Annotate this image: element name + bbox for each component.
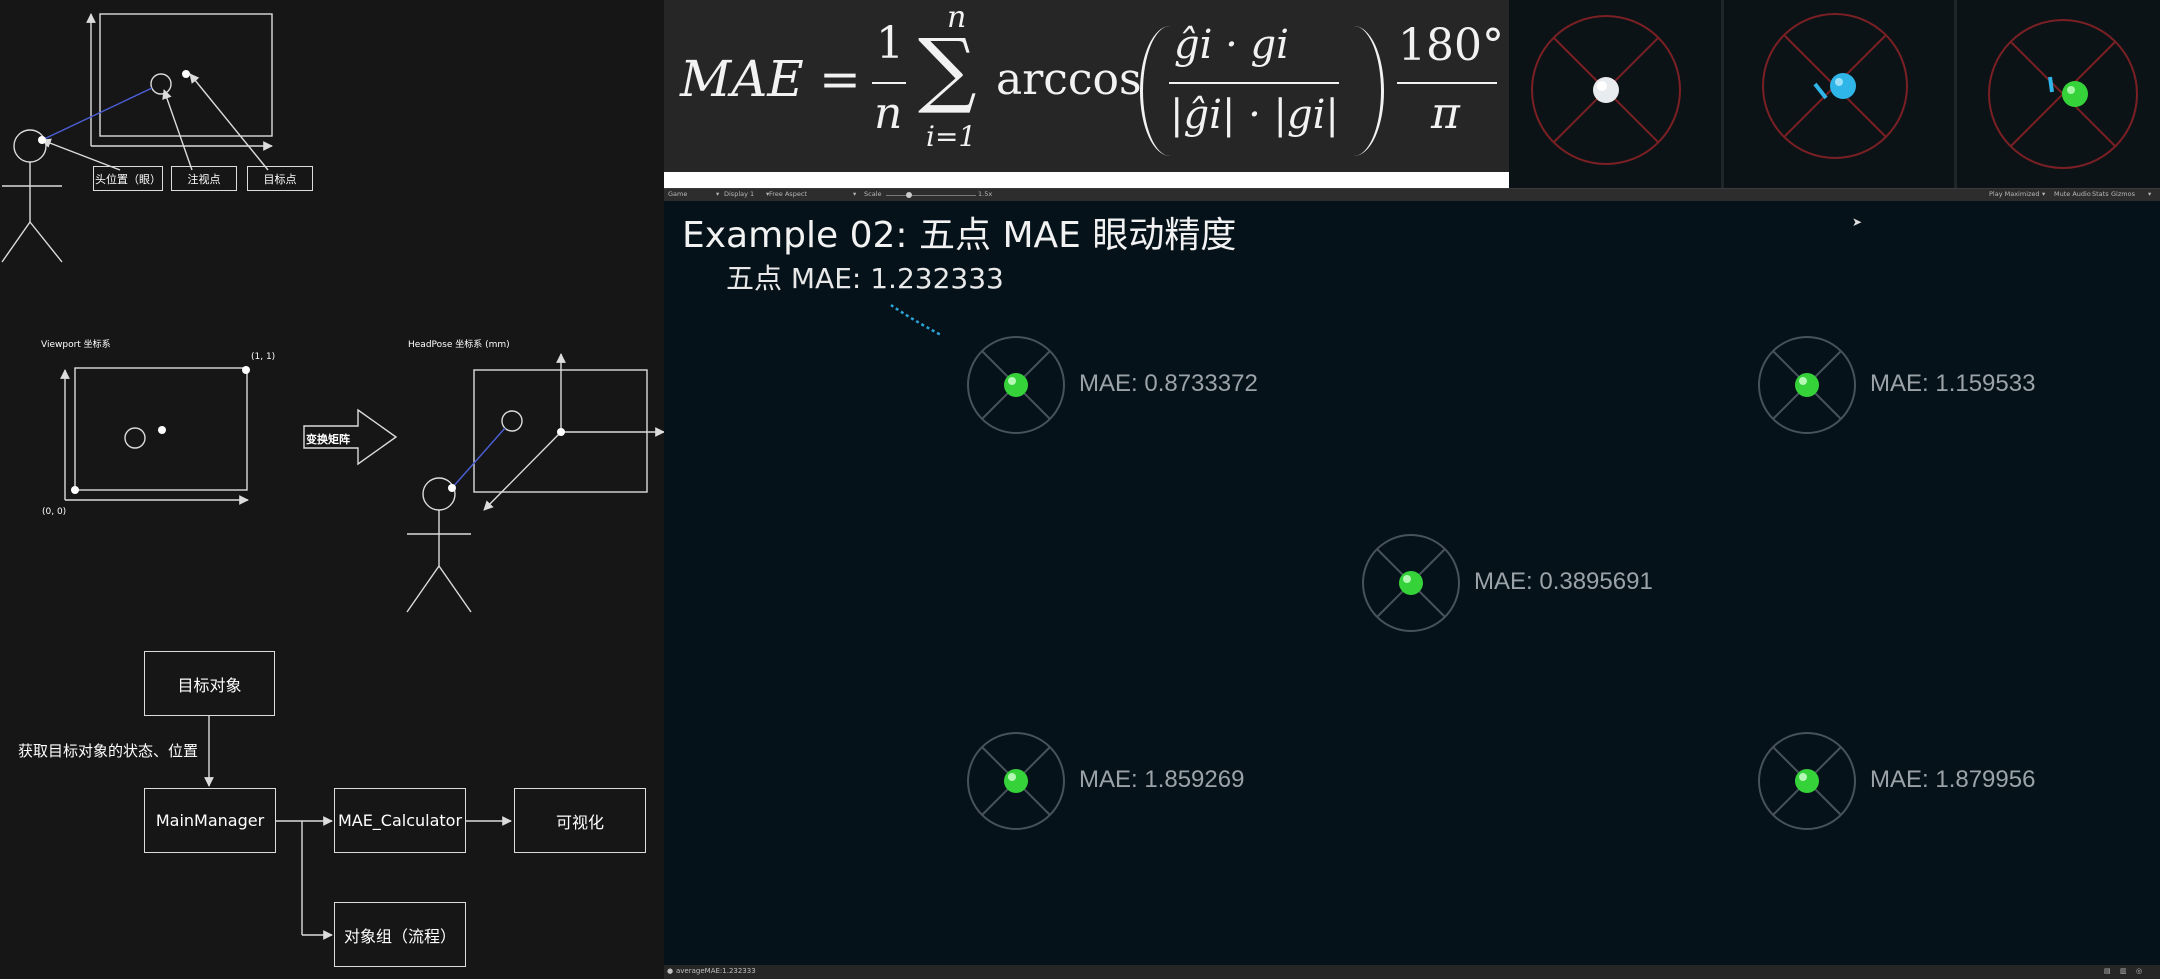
game-view-toolbar: Game ▾ Display 1 ▾ Free Aspect ▾ Scale 1… [664, 188, 2160, 202]
mute-audio-toggle[interactable]: Mute Audio [2054, 190, 2091, 198]
mouse-cursor-icon: ➤ [1852, 215, 1863, 229]
white-sphere [1593, 77, 1619, 103]
target-marker-center [1362, 534, 1460, 632]
mae-value-top-right: MAE: 1.159533 [1870, 370, 2036, 397]
viewport-corner-label: (1, 1) [251, 352, 276, 362]
formula-arccos: arccos [996, 54, 1142, 105]
headpose-diagram [406, 353, 664, 613]
info-icon: ● [667, 967, 674, 975]
preview-green-target [1988, 19, 2138, 169]
headpose-title: HeadPose 坐标系 (mm) [408, 340, 510, 350]
formula-right-paren [1324, 26, 1384, 156]
formula-denominator: |ĝi| · |gi| [1170, 92, 1339, 138]
scale-value: 1.5x [978, 190, 993, 198]
head-position-label: 头位置（眼） [95, 172, 161, 186]
gaze-point-box: 注视点 [171, 166, 237, 191]
mae-calculator-label: MAE_Calculator [337, 811, 463, 830]
target-point [182, 70, 190, 78]
formula-bottom-strip [664, 172, 1509, 188]
head-point [38, 136, 46, 144]
object-group-box: 对象组（流程） [334, 902, 466, 967]
mae-value-top-left: MAE: 0.8733372 [1079, 370, 1258, 397]
scene-title: Example 02: 五点 MAE 眼动精度 [682, 215, 1237, 256]
editor-status-bar: ● averageMAE:1.232333 ▤ ▥ ◎ [664, 965, 2160, 979]
green-sphere [2062, 81, 2088, 107]
viewport-title: Viewport 坐标系 [41, 340, 111, 350]
blue-sphere [1830, 73, 1856, 99]
visualize-label: 可视化 [555, 812, 604, 832]
formula-deg-bar [1397, 82, 1497, 84]
formula-n: n [874, 88, 903, 139]
console-icon[interactable]: ▤ [2104, 967, 2111, 975]
settings-icon[interactable]: ◎ [2136, 967, 2142, 975]
stats-toggle[interactable]: Stats [2092, 190, 2109, 198]
target-object-label: 目标对象 [177, 675, 242, 695]
target-marker-top-left [967, 336, 1065, 434]
scale-slider-thumb[interactable] [906, 192, 912, 198]
layers-icon[interactable]: ▥ [2120, 967, 2127, 975]
game-view: Example 02: 五点 MAE 眼动精度 五点 MAE: 1.232333… [664, 201, 2160, 965]
scale-slider-track[interactable] [886, 195, 976, 196]
gaze-trail-dots [890, 303, 942, 337]
main-manager-label: MainManager [155, 811, 265, 830]
aspect-select[interactable]: Free Aspect [769, 190, 807, 198]
target-marker-bottom-left [967, 732, 1065, 830]
viewport-gaze [158, 426, 166, 434]
mae-calculator-box: MAE_Calculator [334, 788, 466, 853]
formula-degrees: 180° [1398, 20, 1504, 71]
play-maximized-toggle[interactable]: Play Maximized [1989, 190, 2040, 198]
preview-white-target [1531, 15, 1681, 165]
get-state-label: 获取目标对象的状态、位置 [18, 742, 199, 760]
gaze-trail [1813, 82, 1828, 100]
viewport-origin-label: (0, 0) [42, 507, 67, 517]
gaze-trail-2 [2048, 76, 2054, 93]
formula-sum-bottom: i=1 [926, 120, 977, 153]
display-select[interactable]: Display 1 [724, 190, 754, 198]
mae-value-bottom-left: MAE: 1.859269 [1079, 766, 1245, 793]
formula-one: 1 [876, 18, 904, 69]
dropdown-arrow-icon[interactable]: ▾ [2148, 190, 2151, 198]
head-position-box: 头位置（眼） [93, 166, 163, 191]
formula-lhs: MAE [680, 50, 804, 108]
formula-main-bar [1169, 82, 1339, 84]
dropdown-arrow-icon[interactable]: ▾ [716, 190, 719, 198]
target-marker-top-right [1758, 336, 1856, 434]
mae-value-center: MAE: 0.3895691 [1474, 568, 1653, 595]
target-marker-bottom-right [1758, 732, 1856, 830]
scale-label: Scale [864, 190, 882, 198]
viewport-origin [71, 486, 79, 494]
formula-sum: ∑ [918, 22, 977, 117]
object-group-label: 对象组（流程） [343, 926, 456, 946]
viewport-diagram [60, 367, 249, 505]
formula-equals: = [819, 50, 861, 108]
formula-fraction-bar [872, 82, 906, 84]
headpose-eye [448, 484, 456, 492]
target-point-box: 目标点 [247, 166, 313, 191]
transform-label: 变换矩阵 [306, 433, 350, 446]
target-object-box: 目标对象 [144, 651, 275, 716]
console-log-message[interactable]: averageMAE:1.232333 [676, 967, 756, 975]
target-point-label: 目标点 [263, 172, 297, 186]
viewport-corner [242, 366, 250, 374]
mae-value-bottom-right: MAE: 1.879956 [1870, 766, 2036, 793]
visualize-box: 可视化 [514, 788, 646, 853]
diagram-panel: 头位置（眼） 注视点 目标点 Viewport 坐标系 (1, 1) (0, 0… [0, 0, 664, 979]
overall-mae-label: 五点 MAE: 1.232333 [726, 262, 1004, 295]
formula-pi: π [1431, 88, 1460, 139]
game-tab[interactable]: Game [668, 190, 687, 198]
dropdown-arrow-icon[interactable]: ▾ [2042, 190, 2045, 198]
target-previews [1509, 0, 2160, 188]
screen: 头位置（眼） 注视点 目标点 Viewport 坐标系 (1, 1) (0, 0… [0, 0, 2160, 979]
dropdown-arrow-icon[interactable]: ▾ [853, 190, 856, 198]
preview-blue-target [1762, 13, 1908, 159]
main-manager-box: MainManager [144, 788, 276, 853]
mae-formula: MAE = 1 n n ∑ i=1 arccos ĝi · gi |ĝi| · … [664, 0, 1509, 172]
headpose-origin [557, 428, 565, 436]
gaze-point-label: 注视点 [187, 172, 221, 186]
gizmos-toggle[interactable]: Gizmos [2111, 190, 2135, 198]
formula-numerator: ĝi · gi [1174, 22, 1289, 68]
